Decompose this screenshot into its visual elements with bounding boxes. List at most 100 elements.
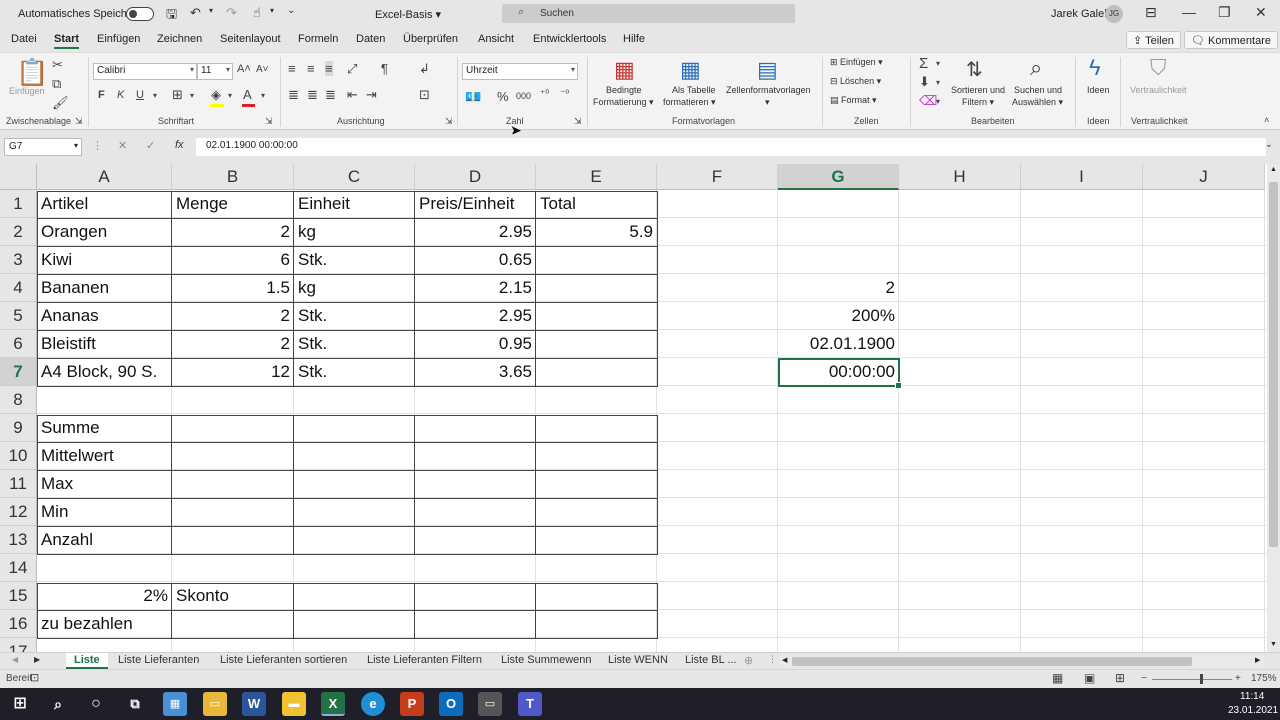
save-icon[interactable]: 🖫 <box>166 5 177 27</box>
row-header-8[interactable]: 8 <box>0 386 37 414</box>
conditional-formatting-icon[interactable]: ▦ <box>614 57 635 83</box>
column-header-h[interactable]: H <box>899 164 1021 190</box>
tab-entwicklertools[interactable]: Entwicklertools <box>533 33 606 45</box>
font-size-select[interactable]: 11 ▾ <box>197 63 233 80</box>
align-bottom-icon[interactable]: ≡ <box>325 61 333 76</box>
avatar[interactable]: JG <box>1105 5 1123 23</box>
confirm-entry-icon[interactable]: ✓ <box>146 139 155 152</box>
excel-app-icon[interactable]: X <box>321 692 345 716</box>
prev-sheet-icon[interactable]: ◀ <box>12 655 18 664</box>
column-header-g[interactable]: G <box>778 164 899 190</box>
sheet-tab-liste-summewenn[interactable]: Liste Summewenn <box>493 653 600 669</box>
fill-color-icon[interactable]: ◈ <box>211 87 221 103</box>
sheet-tab-liste-lieferanten-sortieren[interactable]: Liste Lieferanten sortieren <box>212 653 355 669</box>
vertical-scrollbar[interactable]: ▲ ▼ <box>1267 164 1280 652</box>
undo-icon[interactable]: ↶ <box>190 5 201 21</box>
zoom-slider[interactable] <box>1152 679 1232 680</box>
alignment-launcher-icon[interactable]: ⇲ <box>445 116 453 127</box>
sensitivity-button-label[interactable]: Vertraulichkeit <box>1130 85 1187 95</box>
autosum-dropdown-icon[interactable]: ▾ <box>936 59 940 68</box>
paste-button-label[interactable]: Einfügen <box>9 86 45 96</box>
cell-a3[interactable]: Kiwi <box>37 246 172 274</box>
format-as-table-label[interactable]: Als Tabelle <box>672 85 715 95</box>
sheet-tab-liste-wenn[interactable]: Liste WENN <box>600 653 676 669</box>
cell-a16[interactable]: zu bezahlen <box>37 610 172 638</box>
cell-a13[interactable]: Anzahl <box>37 526 172 554</box>
share-button[interactable]: ⇪ Teilen <box>1126 31 1181 49</box>
expand-formula-bar-icon[interactable]: ⌄ <box>1265 139 1273 150</box>
cell-b6[interactable]: 2 <box>172 330 294 358</box>
normal-view-icon[interactable]: ▦ <box>1052 671 1063 685</box>
cell-c7[interactable]: Stk. <box>294 358 415 386</box>
ideas-icon[interactable]: ϟ <box>1089 55 1101 81</box>
sort-filter-label-2[interactable]: Filtern ▾ <box>962 97 994 108</box>
row-header-14[interactable]: 14 <box>0 554 37 582</box>
borders-dropdown-icon[interactable]: ▾ <box>190 91 194 100</box>
tab-ueberpruefen[interactable]: Überprüfen <box>403 33 458 45</box>
vertical-scroll-thumb[interactable] <box>1269 182 1278 547</box>
scroll-down-icon[interactable]: ▼ <box>1270 641 1277 648</box>
increase-decimal-icon[interactable]: ⁺⁰ <box>540 89 549 100</box>
minimize-icon[interactable]: — <box>1182 4 1196 20</box>
touch-mode-icon[interactable]: ☝ <box>253 5 261 21</box>
font-color-icon[interactable]: A <box>243 87 252 102</box>
conditional-formatting-label-2[interactable]: Formatierung ▾ <box>593 97 654 108</box>
cell-styles-dropdown-icon[interactable]: ▾ <box>765 97 770 108</box>
touch-dropdown-icon[interactable]: ▾ <box>270 6 274 15</box>
cell-styles-label[interactable]: Zellenformatvorlagen <box>726 85 811 95</box>
row-header-2[interactable]: 2 <box>0 218 37 246</box>
teams-app-icon[interactable]: T <box>518 692 542 716</box>
file-name[interactable]: Excel-Basis ▾ <box>375 8 441 21</box>
cell-a10[interactable]: Mittelwert <box>37 442 172 470</box>
column-header-a[interactable]: A <box>37 164 172 190</box>
cut-icon[interactable]: ✂ <box>52 57 63 73</box>
tab-einfuegen[interactable]: Einfügen <box>97 33 140 45</box>
column-header-e[interactable]: E <box>536 164 657 190</box>
cell-a9[interactable]: Summe <box>37 414 172 442</box>
collapse-ribbon-icon[interactable]: ˄ <box>1264 115 1269 125</box>
fill-dropdown-icon[interactable]: ▾ <box>936 78 940 87</box>
align-middle-icon[interactable]: ≡ <box>307 61 315 76</box>
scroll-left-icon[interactable]: ◀ <box>782 656 787 664</box>
cell-c4[interactable]: kg <box>294 274 415 302</box>
accessibility-icon[interactable]: ⊡ <box>30 671 39 684</box>
row-header-1[interactable]: 1 <box>0 190 37 218</box>
tab-ansicht[interactable]: Ansicht <box>478 33 514 45</box>
row-header-4[interactable]: 4 <box>0 274 37 302</box>
sensitivity-icon[interactable]: ⛉ <box>1150 55 1167 81</box>
sheet-tab-liste[interactable]: Liste <box>66 653 108 669</box>
tab-hilfe[interactable]: Hilfe <box>623 33 645 45</box>
underline-dropdown-icon[interactable]: ▾ <box>153 91 157 100</box>
name-box[interactable]: G7 ▾ <box>4 138 82 156</box>
conditional-formatting-label[interactable]: Bedingte <box>606 85 642 95</box>
font-launcher-icon[interactable]: ⇲ <box>265 116 273 127</box>
cell-b7[interactable]: 12 <box>172 358 294 386</box>
format-cells-button[interactable]: ▤ Format ▾ <box>830 95 877 106</box>
column-header-c[interactable]: C <box>294 164 415 190</box>
explorer-app-icon[interactable]: ▭ <box>203 692 227 716</box>
underline-button[interactable]: U <box>136 89 144 101</box>
scroll-up-icon[interactable]: ▲ <box>1270 166 1277 173</box>
find-select-icon[interactable]: ⌕ <box>1030 55 1042 81</box>
row-header-13[interactable]: 13 <box>0 526 37 554</box>
zoom-slider-handle[interactable] <box>1200 674 1203 684</box>
increase-indent-icon[interactable]: ⇥ <box>366 87 377 103</box>
cell-d4[interactable]: 2.15 <box>415 274 536 302</box>
worksheet-grid[interactable]: ABCDEFGHIJ 1 2 3 4 5 6 7 8 9 10 11 12 13 14 15 16 17 Art… <box>0 164 1280 652</box>
format-as-table-label-2[interactable]: formatieren ▾ <box>663 97 716 108</box>
ribbon-display-options-icon[interactable]: ⊟ <box>1145 4 1157 21</box>
taskbar-search-icon[interactable]: ⌕ <box>46 692 70 716</box>
cell-d6[interactable]: 0.95 <box>415 330 536 358</box>
row-header-3[interactable]: 3 <box>0 246 37 274</box>
cell-c2[interactable]: kg <box>294 218 415 246</box>
autosave-toggle[interactable] <box>126 7 154 21</box>
row-header-9[interactable]: 9 <box>0 414 37 442</box>
italic-button[interactable]: K <box>117 89 124 101</box>
currency-format-icon[interactable]: 💶 <box>465 89 481 105</box>
align-center-icon[interactable]: ≣ <box>307 87 318 103</box>
formula-input[interactable]: 02.01.1900 00:00:00 <box>196 138 1266 156</box>
tab-formeln[interactable]: Formeln <box>298 33 338 45</box>
number-launcher-icon[interactable]: ⇲ <box>574 116 582 127</box>
cell-d3[interactable]: 0.65 <box>415 246 536 274</box>
fill-dropdown-icon[interactable]: ▾ <box>228 91 232 100</box>
